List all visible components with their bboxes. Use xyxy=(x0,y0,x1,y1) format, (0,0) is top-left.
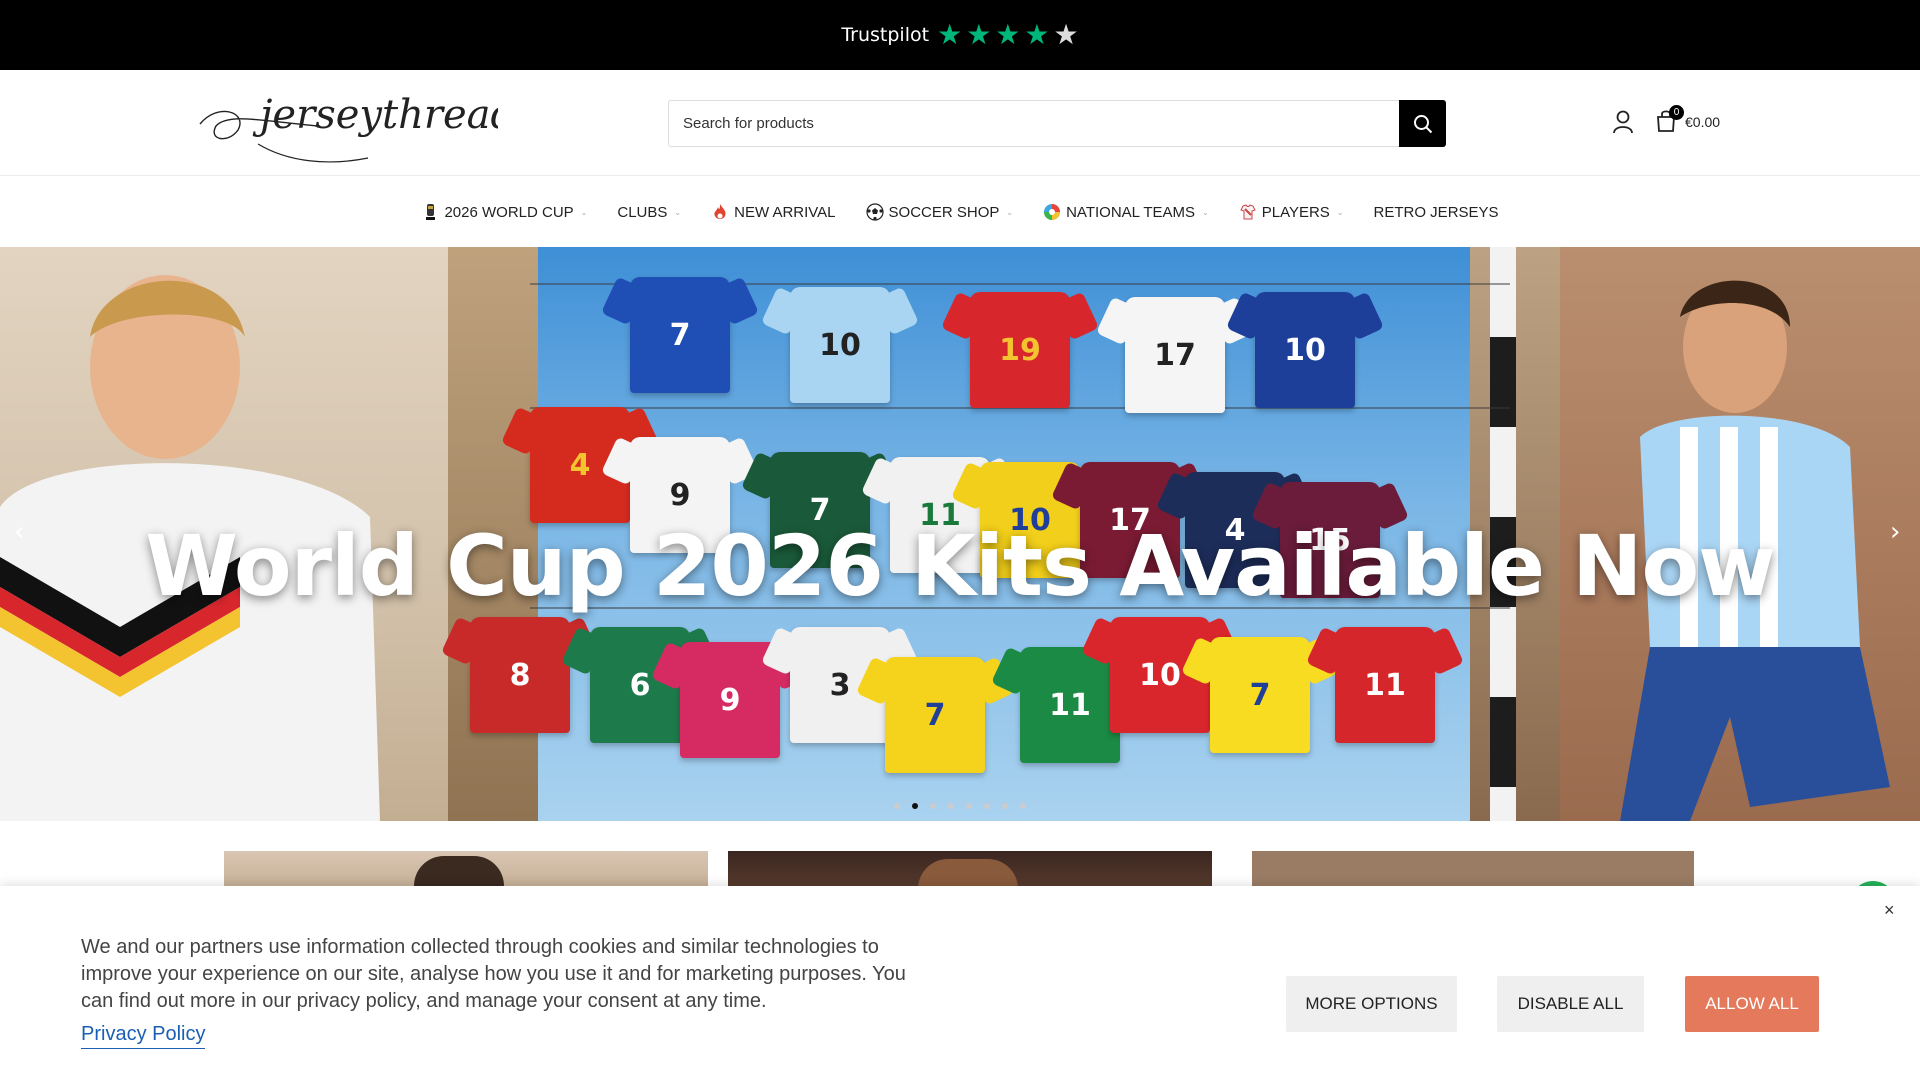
allow-all-button[interactable]: ALLOW ALL xyxy=(1685,976,1819,1032)
search-input[interactable] xyxy=(683,101,1383,146)
cookie-consent-text: We and our partners use information coll… xyxy=(81,936,906,1012)
nav-label: RETRO JERSEYS xyxy=(1373,203,1499,221)
star-icon: ★ xyxy=(1024,19,1050,50)
star-icon: ★ xyxy=(1053,19,1079,50)
slider-dot[interactable] xyxy=(930,803,936,809)
slider-next-arrow[interactable]: › xyxy=(1890,517,1900,547)
category-card[interactable] xyxy=(1252,851,1694,891)
nav-item-clubs[interactable]: CLUBS ⌄ xyxy=(617,204,681,221)
chevron-down-icon: ⌄ xyxy=(1202,207,1209,217)
cart-count-badge: 0 xyxy=(1669,105,1684,120)
jersey-image: 17 xyxy=(1125,297,1225,413)
nav-label: NEW ARRIVAL xyxy=(734,203,836,221)
cart-icon: 0 xyxy=(1655,105,1684,135)
jersey-icon xyxy=(1240,204,1256,220)
soccer-ball-icon xyxy=(865,203,884,221)
trustpilot-rating: ★ ★ ★ ★ ★ xyxy=(937,21,1079,49)
jersey-image: 7 xyxy=(885,657,985,773)
nav-item-new-arrival[interactable]: NEW ARRIVAL xyxy=(711,203,836,221)
nav-item-world-cup[interactable]: 2026 WORLD CUP ⌄ xyxy=(421,203,587,221)
jersey-image: 19 xyxy=(970,292,1070,408)
chevron-down-icon: ⌄ xyxy=(580,207,588,217)
search-button[interactable] xyxy=(1399,100,1446,147)
close-icon[interactable]: × xyxy=(1884,900,1895,921)
hero-title: World Cup 2026 Kits Available Now xyxy=(145,517,1776,615)
cart-button[interactable]: 0 €0.00 xyxy=(1655,105,1721,136)
trophy-icon xyxy=(426,204,436,220)
disable-all-button[interactable]: DISABLE ALL xyxy=(1497,976,1644,1032)
nav-item-players[interactable]: PLAYERS ⌄ xyxy=(1239,203,1344,221)
slider-dot[interactable] xyxy=(1020,803,1026,809)
slider-dot[interactable] xyxy=(894,803,900,809)
jersey-image: 7 xyxy=(630,277,730,393)
star-icon: ★ xyxy=(995,19,1021,50)
search-bar xyxy=(668,100,1446,147)
cookie-consent-banner: We and our partners use information coll… xyxy=(0,886,1920,1080)
slider-dot[interactable] xyxy=(984,803,990,809)
slider-dot[interactable] xyxy=(966,803,972,809)
logo-wordmark: jerseythread xyxy=(199,92,516,163)
nav-label: CLUBS xyxy=(617,203,668,221)
nav-label: SOCCER SHOP xyxy=(888,203,1000,221)
hero-slider[interactable]: 7 10 19 17 10 4 9 7 11 10 17 4 15 8 6 9 … xyxy=(0,247,1920,821)
star-icon: ★ xyxy=(966,19,992,50)
nav-item-soccer-shop[interactable]: SOCCER SHOP ⌄ xyxy=(865,203,1014,221)
jersey-image: 10 xyxy=(790,287,890,403)
star-icon: ★ xyxy=(937,19,963,50)
nav-item-national-teams[interactable]: NATIONAL TEAMS ⌄ xyxy=(1043,203,1209,221)
site-header: jerseythread 0 €0.00 xyxy=(0,70,1920,176)
jersey-image: 10 xyxy=(1255,292,1355,408)
category-card[interactable] xyxy=(728,851,1212,919)
trustpilot-label: Trustpilot xyxy=(841,24,930,46)
search-icon xyxy=(1413,114,1432,133)
category-card[interactable] xyxy=(224,851,708,916)
slider-dot[interactable] xyxy=(1002,803,1008,809)
chevron-down-icon: ⌄ xyxy=(674,207,682,217)
site-logo[interactable]: jerseythread xyxy=(198,82,516,168)
slider-pagination xyxy=(0,803,1920,809)
cart-total: €0.00 xyxy=(1685,114,1721,130)
svg-text:jerseythread: jerseythread xyxy=(252,92,498,138)
nav-item-retro-jerseys[interactable]: RETRO JERSEYS xyxy=(1374,204,1499,221)
jersey-image: 11 xyxy=(1020,647,1120,763)
slider-dot-active[interactable] xyxy=(912,803,918,809)
trustpilot-bar: Trustpilot ★ ★ ★ ★ ★ xyxy=(0,0,1920,70)
slider-prev-arrow[interactable]: ‹ xyxy=(14,517,24,547)
more-options-button[interactable]: MORE OPTIONS xyxy=(1286,976,1457,1032)
jersey-image: 11 xyxy=(1335,627,1435,743)
account-icon[interactable] xyxy=(1612,110,1638,136)
privacy-policy-link[interactable]: Privacy Policy xyxy=(81,1023,206,1049)
nav-label: 2026 WORLD CUP xyxy=(444,203,574,221)
nav-label: PLAYERS xyxy=(1261,203,1330,221)
main-nav: 2026 WORLD CUP ⌄ CLUBS ⌄ NEW ARRIVAL SOC… xyxy=(0,177,1920,247)
fire-icon xyxy=(714,204,726,219)
jersey-image: 7 xyxy=(1210,637,1310,753)
chevron-down-icon: ⌄ xyxy=(1006,207,1014,217)
chevron-down-icon: ⌄ xyxy=(1336,207,1344,217)
jersey-image: 8 xyxy=(470,617,570,733)
nav-label: NATIONAL TEAMS xyxy=(1066,203,1196,221)
globe-icon xyxy=(1044,204,1061,220)
slider-dot[interactable] xyxy=(948,803,954,809)
